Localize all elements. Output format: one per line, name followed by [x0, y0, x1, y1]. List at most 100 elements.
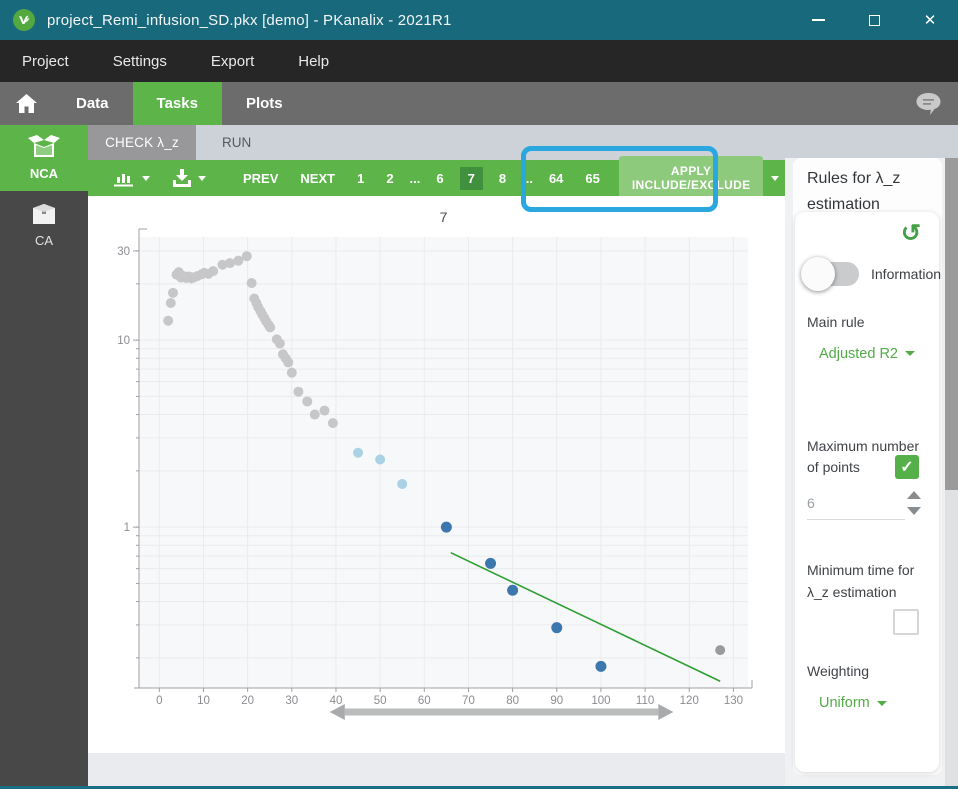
data-point-candidate-light-blue[interactable]: [375, 454, 385, 464]
rules-card: ↺ Information Main rule Adjusted R2 Maxi…: [795, 212, 939, 772]
data-point-observed-excluded[interactable]: [275, 338, 285, 348]
data-point-trailing-excluded[interactable]: [715, 645, 725, 655]
subtab-check-lambda-z[interactable]: CHECK λ_z: [88, 125, 196, 160]
x-tick-label: 40: [330, 695, 343, 707]
y-tick-label: 10: [117, 335, 130, 347]
panel-scrollbar[interactable]: [945, 158, 958, 789]
y-tick-label: 30: [117, 246, 130, 258]
data-point-observed-excluded[interactable]: [247, 278, 257, 288]
max-points-checkbox[interactable]: ✓: [895, 455, 919, 479]
spinner-down-icon[interactable]: [907, 507, 921, 515]
spinner-up-icon[interactable]: [907, 491, 921, 499]
scrollbar-thumb[interactable]: [945, 158, 958, 490]
page-button-64[interactable]: 64: [543, 167, 569, 190]
apply-include-exclude-button[interactable]: APPLY INCLUDE/EXCLUDE: [619, 156, 764, 200]
sidebar-item-label: CA: [35, 233, 53, 248]
min-time-checkbox[interactable]: [893, 609, 919, 635]
menu-export[interactable]: Export: [189, 40, 276, 82]
data-point-candidate-light-blue[interactable]: [397, 479, 407, 489]
x-tick-label: 20: [241, 695, 254, 707]
data-point-observed-excluded[interactable]: [265, 322, 275, 332]
menubar: ProjectSettingsExportHelp: [0, 40, 958, 82]
data-point-observed-excluded[interactable]: [242, 251, 252, 261]
tab-data[interactable]: Data: [52, 82, 133, 125]
chat-bubble-icon[interactable]: [915, 82, 942, 125]
minimize-icon: [812, 19, 825, 21]
page-button-1[interactable]: 1: [351, 167, 370, 190]
data-point-observed-excluded[interactable]: [208, 266, 218, 276]
plot-title: 7: [440, 209, 448, 225]
data-point-lambda-z-selected[interactable]: [507, 585, 518, 596]
pkanalix-logo-icon: [13, 9, 35, 31]
chevron-down-icon: [877, 701, 887, 706]
tab-tasks[interactable]: Tasks: [133, 82, 222, 125]
slider-right-arrow-icon[interactable]: [658, 704, 673, 720]
data-point-observed-excluded[interactable]: [293, 387, 303, 397]
weighting-label: Weighting: [807, 661, 927, 683]
data-point-observed-excluded[interactable]: [302, 396, 312, 406]
data-point-lambda-z-selected[interactable]: [595, 661, 606, 672]
sidebar-item-nca[interactable]: NCA: [0, 125, 88, 191]
subtab-run[interactable]: RUN: [196, 125, 277, 160]
window-title: project_Remi_infusion_SD.pkx [demo] - PK…: [47, 12, 452, 29]
sidebar-item-ca[interactable]: CA: [0, 191, 88, 257]
prev-button[interactable]: PREV: [237, 167, 284, 190]
export-plot-button[interactable]: [172, 169, 206, 187]
information-toggle[interactable]: [807, 262, 859, 286]
plot-type-button[interactable]: [114, 170, 150, 187]
main-rule-label: Main rule: [807, 312, 927, 334]
toggle-knob: [801, 257, 835, 291]
data-point-lambda-z-selected[interactable]: [551, 622, 562, 633]
data-point-lambda-z-selected[interactable]: [485, 558, 496, 569]
data-point-observed-excluded[interactable]: [283, 357, 293, 367]
nca-subtabs: CHECK λ_z RUN: [88, 125, 958, 160]
download-icon: [172, 169, 192, 187]
data-point-observed-excluded[interactable]: [319, 406, 329, 416]
close-button[interactable]: ✕: [902, 0, 958, 40]
page-button-2[interactable]: 2: [380, 167, 399, 190]
page-button-8[interactable]: 8: [493, 167, 512, 190]
panel-title: Rules for λ_z estimation: [793, 158, 942, 219]
x-tick-label: 110: [636, 695, 654, 707]
box-open-icon: [27, 135, 61, 161]
data-point-lambda-z-selected[interactable]: [441, 522, 452, 533]
menu-help[interactable]: Help: [276, 40, 351, 82]
page-button-65[interactable]: 65: [579, 167, 605, 190]
tab-plots[interactable]: Plots: [222, 82, 307, 125]
data-point-observed-excluded[interactable]: [328, 418, 338, 428]
chevron-down-icon: [905, 351, 915, 356]
reset-icon[interactable]: ↺: [901, 222, 921, 246]
bar-chart-icon: [114, 170, 136, 187]
next-button[interactable]: NEXT: [294, 167, 341, 190]
x-tick-label: 130: [724, 695, 743, 707]
page-button-7[interactable]: 7: [460, 167, 483, 190]
menu-settings[interactable]: Settings: [91, 40, 189, 82]
data-point-observed-excluded[interactable]: [163, 316, 173, 326]
chevron-down-icon: [198, 176, 206, 181]
data-point-candidate-light-blue[interactable]: [353, 448, 363, 458]
data-point-observed-excluded[interactable]: [310, 410, 320, 420]
minimize-button[interactable]: [790, 0, 846, 40]
check-lambda-z-chart: 0102030405060708090100110120130110307: [96, 200, 776, 748]
home-tab[interactable]: [0, 82, 52, 125]
plot-toolbar: PREV NEXT 12...678...6465 APPLY INCLUDE/…: [88, 160, 790, 196]
menu-project[interactable]: Project: [0, 40, 91, 82]
task-sidebar: NCA CA: [0, 125, 88, 789]
lambda-z-plot[interactable]: 0102030405060708090100110120130110307: [88, 196, 785, 753]
main-rule-dropdown[interactable]: Adjusted R2: [819, 346, 927, 362]
data-point-observed-excluded[interactable]: [166, 298, 176, 308]
check-icon: ✓: [900, 457, 913, 477]
page-ellipsis: ...: [410, 171, 421, 186]
x-tick-label: 120: [680, 695, 699, 707]
chevron-down-icon: [142, 176, 150, 181]
max-points-input[interactable]: 6: [807, 495, 905, 520]
weighting-dropdown[interactable]: Uniform: [819, 695, 927, 711]
apply-dropdown-caret-icon[interactable]: [771, 176, 779, 181]
page-button-6[interactable]: 6: [430, 167, 449, 190]
maximize-button[interactable]: [846, 0, 902, 40]
data-point-observed-excluded[interactable]: [168, 288, 178, 298]
data-point-observed-excluded[interactable]: [287, 368, 297, 378]
x-tick-label: 80: [506, 695, 519, 707]
x-tick-label: 0: [156, 695, 162, 707]
x-tick-label: 50: [374, 695, 387, 707]
